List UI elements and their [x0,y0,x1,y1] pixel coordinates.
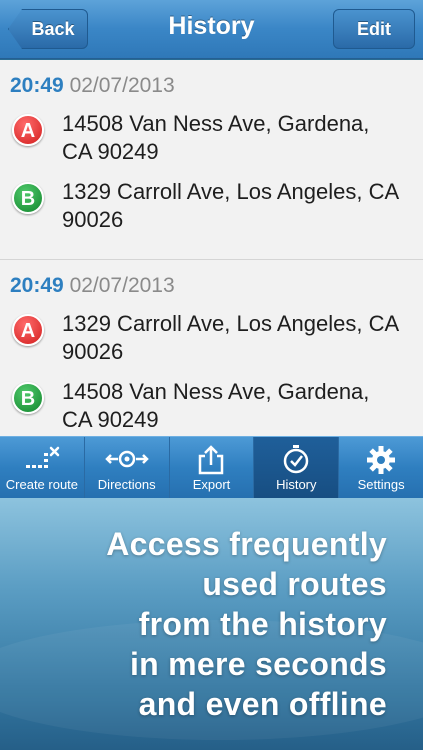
marker-b-icon: B [12,182,44,214]
entry-time: 20:49 [10,274,64,297]
tab-create-route[interactable]: Create route [0,437,85,498]
marker-a-icon: A [12,314,44,346]
directions-icon [85,445,169,473]
history-entry[interactable]: 20:49 02/07/2013 A 1329 Carroll Ave, Los… [0,260,423,436]
stop-address: 1329 Carroll Ave, Los Angeles, CA 90026 [62,179,398,232]
tab-label: Export [192,477,231,492]
tab-directions[interactable]: Directions [85,437,170,498]
history-list: 20:49 02/07/2013 A 14508 Van Ness Ave, G… [0,60,423,436]
entry-date: 02/07/2013 [69,274,175,297]
tab-label: Settings [357,477,405,492]
promo-text: Access frequently used routes from the h… [57,524,387,724]
entry-timestamp: 20:49 02/07/2013 [10,74,175,98]
entry-timestamp: 20:49 02/07/2013 [10,274,175,298]
tab-label: Directions [97,477,156,492]
promo-line: used routes [202,566,387,602]
promo-line: from the history [138,606,387,642]
create-route-icon [0,445,84,473]
marker-a-icon: A [12,114,44,146]
history-icon [254,445,338,474]
nav-bar: Back History Edit [0,0,423,59]
gear-icon [339,445,423,474]
edit-button[interactable]: Edit [333,9,415,49]
marker-b-icon: B [12,382,44,414]
history-entry[interactable]: 20:49 02/07/2013 A 14508 Van Ness Ave, G… [0,60,423,260]
tab-history[interactable]: History [254,437,340,498]
promo-line: Access frequently [106,526,387,562]
stop-address: 1329 Carroll Ave, Los Angeles, CA 90026 [62,311,398,364]
tab-export[interactable]: Export [170,437,255,498]
stop-address: 14508 Van Ness Ave, Gardena, CA 90249 [62,379,370,432]
tab-label: Create route [5,477,79,492]
stop-address: 14508 Van Ness Ave, Gardena, CA 90249 [62,111,370,164]
entry-date: 02/07/2013 [69,74,175,97]
promo-banner: Access frequently used routes from the h… [0,498,423,750]
entry-time: 20:49 [10,74,64,97]
export-icon [170,445,254,475]
tab-label: History [276,477,317,492]
tab-bar: Create route Directions Export History S… [0,436,423,498]
promo-line: and even offline [138,686,387,722]
tab-settings[interactable]: Settings [339,437,423,498]
promo-line: in mere seconds [129,646,387,682]
